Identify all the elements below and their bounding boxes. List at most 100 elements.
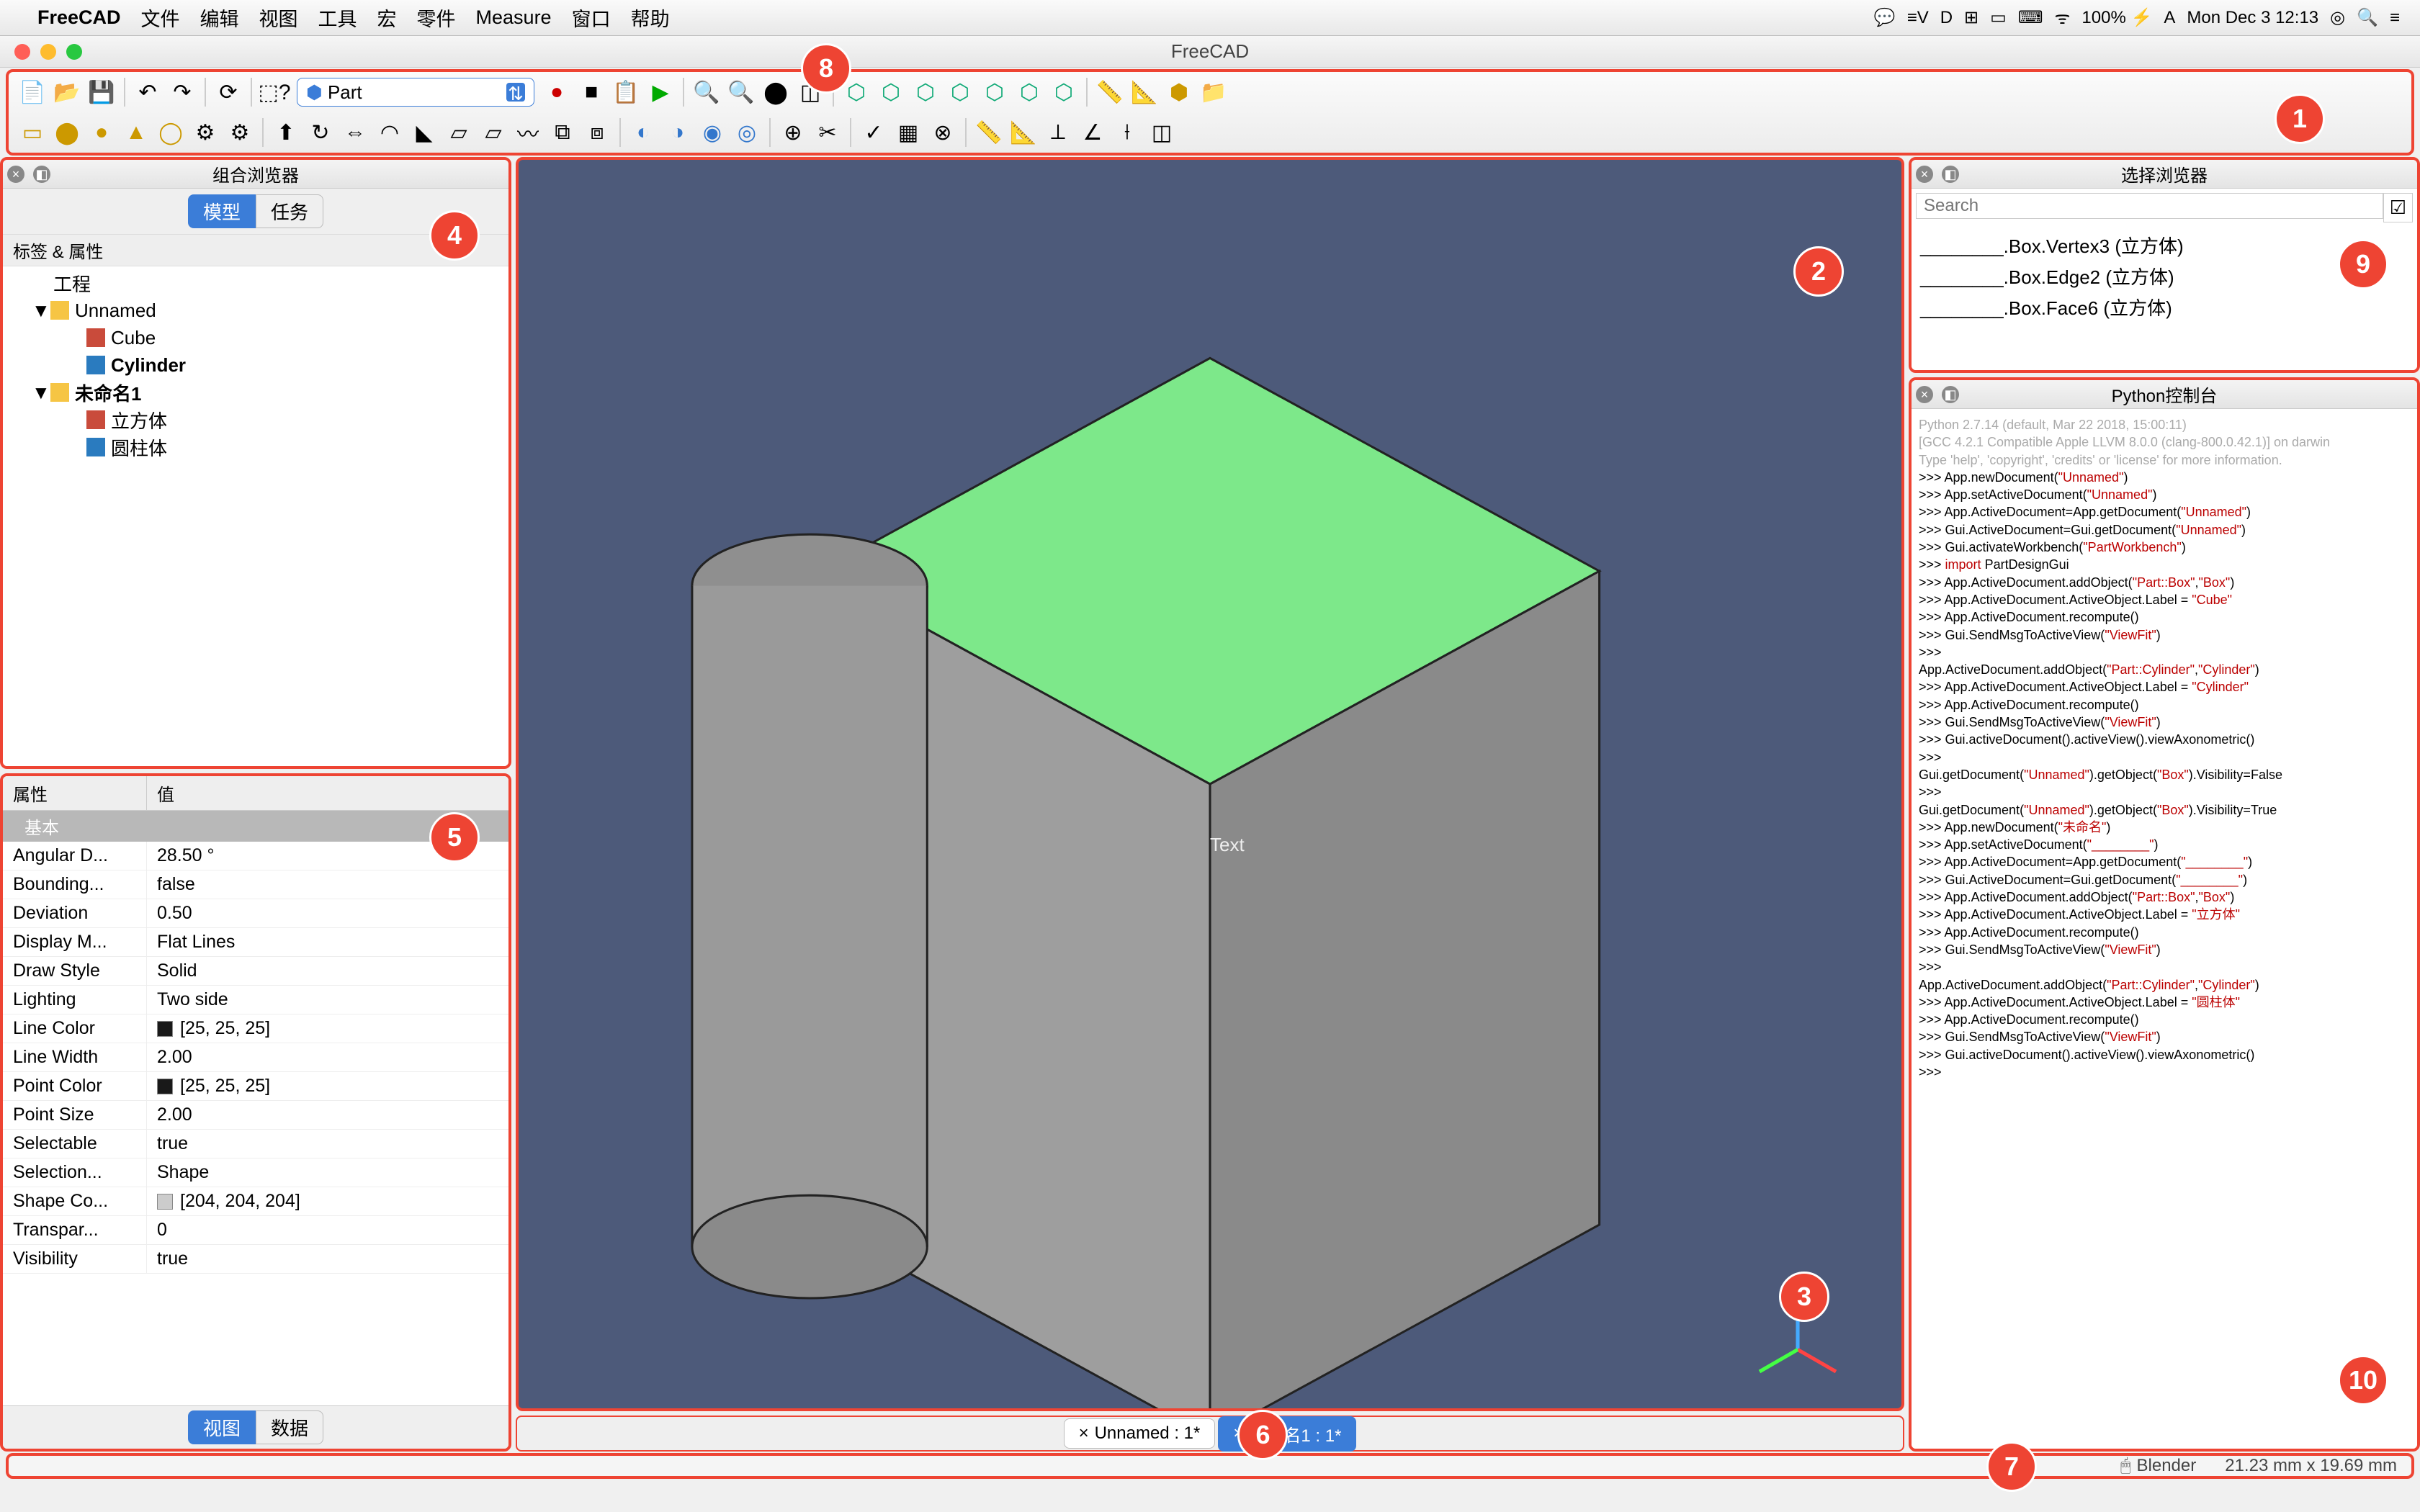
menu-tools[interactable]: 工具 — [308, 4, 367, 32]
shapebuilder-button[interactable]: ⚙ — [223, 116, 256, 149]
fillet-button[interactable]: ◠ — [373, 116, 406, 149]
property-row[interactable]: Deviation0.50 — [3, 899, 508, 928]
selection-search-input[interactable] — [1916, 193, 2383, 219]
status-datetime[interactable]: Mon Dec 3 12:13 — [2181, 8, 2324, 28]
tree-item[interactable]: ▼未命名1 — [10, 379, 501, 406]
property-row[interactable]: Transpar...0 — [3, 1216, 508, 1245]
measure1-button[interactable]: 📏 — [972, 116, 1005, 149]
jointype-button[interactable]: ⊕ — [776, 116, 810, 149]
panel-close-button[interactable]: × — [1916, 386, 1933, 403]
measure5-button[interactable]: ⟊ — [1111, 116, 1144, 149]
save-doc-button[interactable]: 💾 — [85, 76, 118, 109]
picklist-icon[interactable]: ☑ — [2383, 193, 2413, 222]
cylinder-button[interactable]: ⬤ — [50, 116, 84, 149]
prop-tab-data[interactable]: 数据 — [256, 1410, 323, 1444]
panel-float-button[interactable]: ◧ — [33, 166, 50, 183]
tree-item[interactable]: 立方体 — [10, 406, 501, 433]
tree-item[interactable]: 圆柱体 — [10, 433, 501, 461]
fit-selection-button[interactable]: 🔍 — [725, 76, 758, 109]
status-keyboard-icon[interactable]: ⌨ — [2012, 7, 2049, 28]
status-notification-icon[interactable]: ≡ — [2384, 8, 2406, 28]
status-input[interactable]: A — [2158, 8, 2181, 28]
model-tree[interactable]: 工程▼UnnamedCubeCylinder▼未命名1立方体圆柱体 — [3, 266, 508, 766]
close-icon[interactable]: × — [1079, 1423, 1089, 1444]
view-rear-button[interactable]: ⬡ — [978, 76, 1011, 109]
measure6-button[interactable]: ◫ — [1145, 116, 1178, 149]
torus-button[interactable]: ◯ — [154, 116, 187, 149]
macro-stop-button[interactable]: ■ — [575, 76, 608, 109]
3d-viewport[interactable]: Text 2 3 — [516, 157, 1904, 1411]
check-button[interactable]: ✓ — [857, 116, 890, 149]
section-button[interactable]: ▦ — [892, 116, 925, 149]
doctab-unnamed[interactable]: × Unnamed : 1* — [1064, 1418, 1216, 1449]
measure3-button[interactable]: ⟂ — [1041, 116, 1075, 149]
window-zoom-button[interactable] — [66, 44, 82, 60]
whatsthis-button[interactable]: ⬚? — [258, 76, 291, 109]
sweep-button[interactable]: 〰 — [511, 116, 544, 149]
workbench-selector[interactable]: ⬢ Part ⇅ — [297, 78, 534, 107]
revolve-button[interactable]: ↻ — [304, 116, 337, 149]
menu-app[interactable]: FreeCAD — [27, 6, 131, 29]
view-top-button[interactable]: ⬡ — [909, 76, 942, 109]
menu-measure[interactable]: Measure — [466, 6, 562, 29]
group-button[interactable]: 📁 — [1197, 76, 1230, 109]
cut-button[interactable]: ◑ — [661, 116, 694, 149]
refresh-button[interactable]: ⟳ — [212, 76, 245, 109]
tree-item[interactable]: Cylinder — [10, 351, 501, 379]
property-row[interactable]: Shape Co...[204, 204, 204] — [3, 1187, 508, 1216]
panel-close-button[interactable]: × — [1916, 166, 1933, 183]
property-row[interactable]: Selectabletrue — [3, 1130, 508, 1158]
measure-linear-button[interactable]: 📏 — [1093, 76, 1126, 109]
fuse-button[interactable]: ◉ — [696, 116, 729, 149]
panel-float-button[interactable]: ◧ — [1942, 386, 1959, 403]
ruled-button[interactable]: ▱ — [442, 116, 475, 149]
window-close-button[interactable] — [14, 44, 30, 60]
menu-macro[interactable]: 宏 — [367, 4, 407, 32]
status-spotlight-icon[interactable]: 🔍 — [2351, 7, 2384, 28]
status-battery[interactable]: 100% ⚡ — [2076, 7, 2158, 28]
boolean-button[interactable]: ◐ — [627, 116, 660, 149]
selection-item[interactable]: ________.Box.Face6 (立方体) — [1920, 292, 2408, 323]
new-doc-button[interactable]: 📄 — [16, 76, 49, 109]
selection-item[interactable]: ________.Box.Edge2 (立方体) — [1920, 261, 2408, 292]
box-button[interactable]: ▭ — [16, 116, 49, 149]
loft-button[interactable]: ▱ — [477, 116, 510, 149]
property-row[interactable]: Display M...Flat Lines — [3, 928, 508, 957]
property-row[interactable]: Line Color[25, 25, 25] — [3, 1014, 508, 1043]
tree-item[interactable]: Cube — [10, 324, 501, 351]
menu-edit[interactable]: 编辑 — [190, 4, 249, 32]
menu-view[interactable]: 视图 — [249, 4, 308, 32]
panel-float-button[interactable]: ◧ — [1942, 166, 1959, 183]
property-row[interactable]: Draw StyleSolid — [3, 957, 508, 986]
measure4-button[interactable]: ∠ — [1076, 116, 1109, 149]
status-display-icon[interactable]: ⊞ — [1958, 7, 1984, 28]
open-doc-button[interactable]: 📂 — [50, 76, 84, 109]
window-minimize-button[interactable] — [40, 44, 56, 60]
offset-button[interactable]: ⧉ — [546, 116, 579, 149]
menu-part[interactable]: 零件 — [407, 4, 466, 32]
view-right-button[interactable]: ⬡ — [944, 76, 977, 109]
view-front-button[interactable]: ⬡ — [874, 76, 908, 109]
macro-run-button[interactable]: ▶ — [644, 76, 677, 109]
menu-window[interactable]: 窗口 — [562, 4, 621, 32]
measure-angular-button[interactable]: 📐 — [1128, 76, 1161, 109]
tab-tasks[interactable]: 任务 — [256, 194, 323, 228]
undo-button[interactable]: ↶ — [131, 76, 164, 109]
tree-item[interactable]: ▼Unnamed — [10, 297, 501, 324]
cone-button[interactable]: ▲ — [120, 116, 153, 149]
mirror-button[interactable]: ⇔ — [339, 116, 372, 149]
tree-item[interactable]: 工程 — [10, 269, 501, 297]
sphere-button[interactable]: ● — [85, 116, 118, 149]
python-console[interactable]: Python 2.7.14 (default, Mar 22 2018, 15:… — [1912, 409, 2417, 1449]
property-row[interactable]: Visibilitytrue — [3, 1245, 508, 1274]
status-wechat-icon[interactable]: 💬 — [1868, 7, 1901, 28]
macro-list-button[interactable]: 📋 — [609, 76, 642, 109]
common-button[interactable]: ◎ — [730, 116, 763, 149]
tab-model[interactable]: 模型 — [188, 194, 256, 228]
selection-list[interactable]: ________.Box.Vertex3 (立方体)________.Box.E… — [1912, 227, 2417, 370]
panel-close-button[interactable]: × — [7, 166, 24, 183]
part-button[interactable]: ⬢ — [1162, 76, 1196, 109]
property-row[interactable]: LightingTwo side — [3, 986, 508, 1014]
property-row[interactable]: Point Size2.00 — [3, 1101, 508, 1130]
chamfer-button[interactable]: ◣ — [408, 116, 441, 149]
